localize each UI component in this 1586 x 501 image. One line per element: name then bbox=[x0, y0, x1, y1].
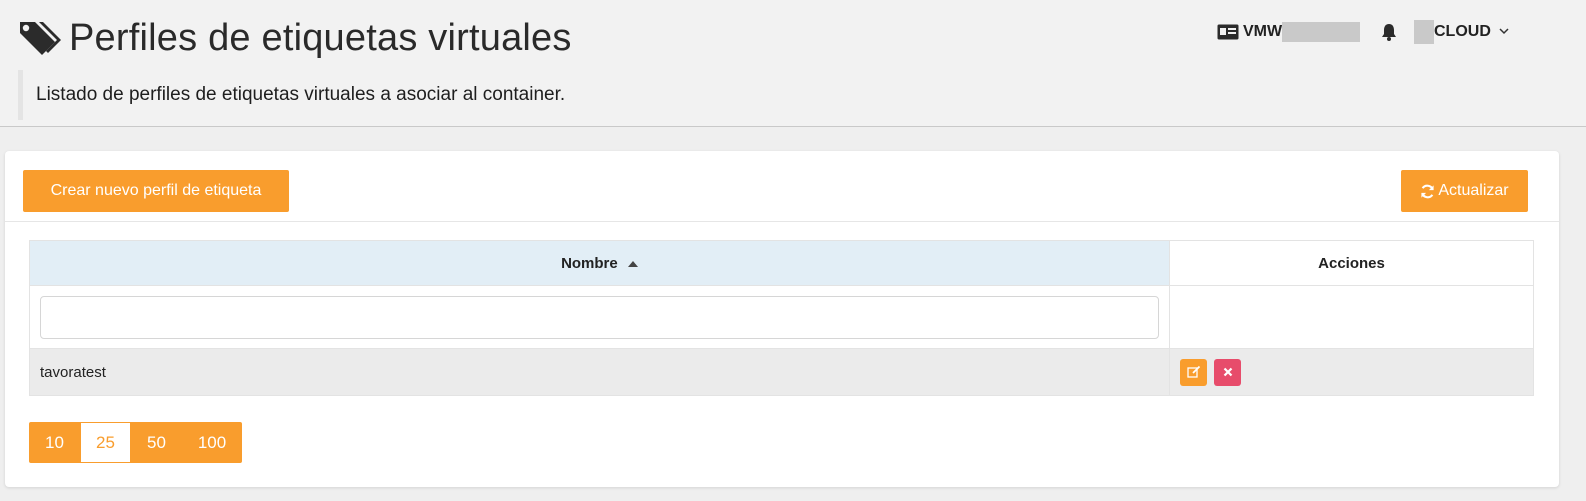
tenant-selector[interactable]: VMW bbox=[1243, 23, 1282, 41]
redacted-tenant-name bbox=[1282, 22, 1361, 42]
row-name-cell: tavoratest bbox=[29, 348, 1170, 396]
page-size-25[interactable]: 25 bbox=[80, 422, 131, 463]
top-bar: VMW CLOUD bbox=[1217, 20, 1509, 44]
column-header-name[interactable]: Nombre bbox=[29, 240, 1170, 286]
edit-button[interactable] bbox=[1180, 358, 1207, 386]
redacted-user-prefix bbox=[1414, 20, 1434, 44]
edit-icon bbox=[1186, 365, 1200, 378]
user-menu[interactable]: CLOUD bbox=[1434, 23, 1509, 41]
id-card-icon bbox=[1217, 24, 1239, 40]
sort-asc-icon bbox=[627, 260, 638, 267]
page-description: Listado de perfiles de etiquetas virtual… bbox=[18, 70, 565, 120]
column-header-actions: Acciones bbox=[1169, 240, 1534, 286]
filter-cell-name bbox=[29, 285, 1170, 349]
page-size-50[interactable]: 50 bbox=[131, 422, 182, 463]
chevron-down-icon bbox=[1499, 28, 1509, 35]
page-title: Perfiles de etiquetas virtuales bbox=[69, 17, 572, 59]
close-icon bbox=[1223, 367, 1233, 377]
page-header: Perfiles de etiquetas virtuales Listado … bbox=[0, 0, 1586, 127]
page-size-100[interactable]: 100 bbox=[182, 422, 242, 463]
refresh-label: Actualizar bbox=[1438, 182, 1509, 199]
content-panel: Crear nuevo perfil de etiqueta Actualiza… bbox=[5, 151, 1559, 487]
table-row: tavoratest bbox=[29, 348, 1534, 396]
profiles-table: Nombre Acciones tavoratest bbox=[29, 240, 1534, 396]
create-profile-label: Crear nuevo perfil de etiqueta bbox=[50, 182, 262, 199]
page-size-10[interactable]: 10 bbox=[29, 422, 80, 463]
page-size-selector: 10 25 50 100 bbox=[29, 422, 242, 463]
column-header-actions-label: Acciones bbox=[1318, 254, 1385, 272]
panel-toolbar: Crear nuevo perfil de etiqueta Actualiza… bbox=[5, 151, 1559, 222]
page-subtitle: Listado de perfiles de etiquetas virtual… bbox=[36, 84, 566, 105]
bell-icon[interactable] bbox=[1381, 23, 1397, 41]
filter-row bbox=[29, 285, 1534, 349]
column-header-name-label: Nombre bbox=[561, 254, 618, 272]
title-row: Perfiles de etiquetas virtuales bbox=[17, 16, 572, 60]
tags-icon bbox=[20, 22, 61, 55]
delete-button[interactable] bbox=[1214, 358, 1242, 386]
name-filter-input[interactable] bbox=[40, 295, 1159, 339]
user-menu-label: CLOUD bbox=[1434, 23, 1491, 40]
refresh-button[interactable]: Actualizar bbox=[1401, 170, 1528, 212]
filter-cell-actions bbox=[1169, 285, 1534, 349]
row-actions-cell bbox=[1169, 348, 1534, 396]
refresh-icon bbox=[1421, 184, 1435, 198]
table-header-row: Nombre Acciones bbox=[29, 240, 1534, 286]
create-profile-button[interactable]: Crear nuevo perfil de etiqueta bbox=[23, 170, 289, 212]
